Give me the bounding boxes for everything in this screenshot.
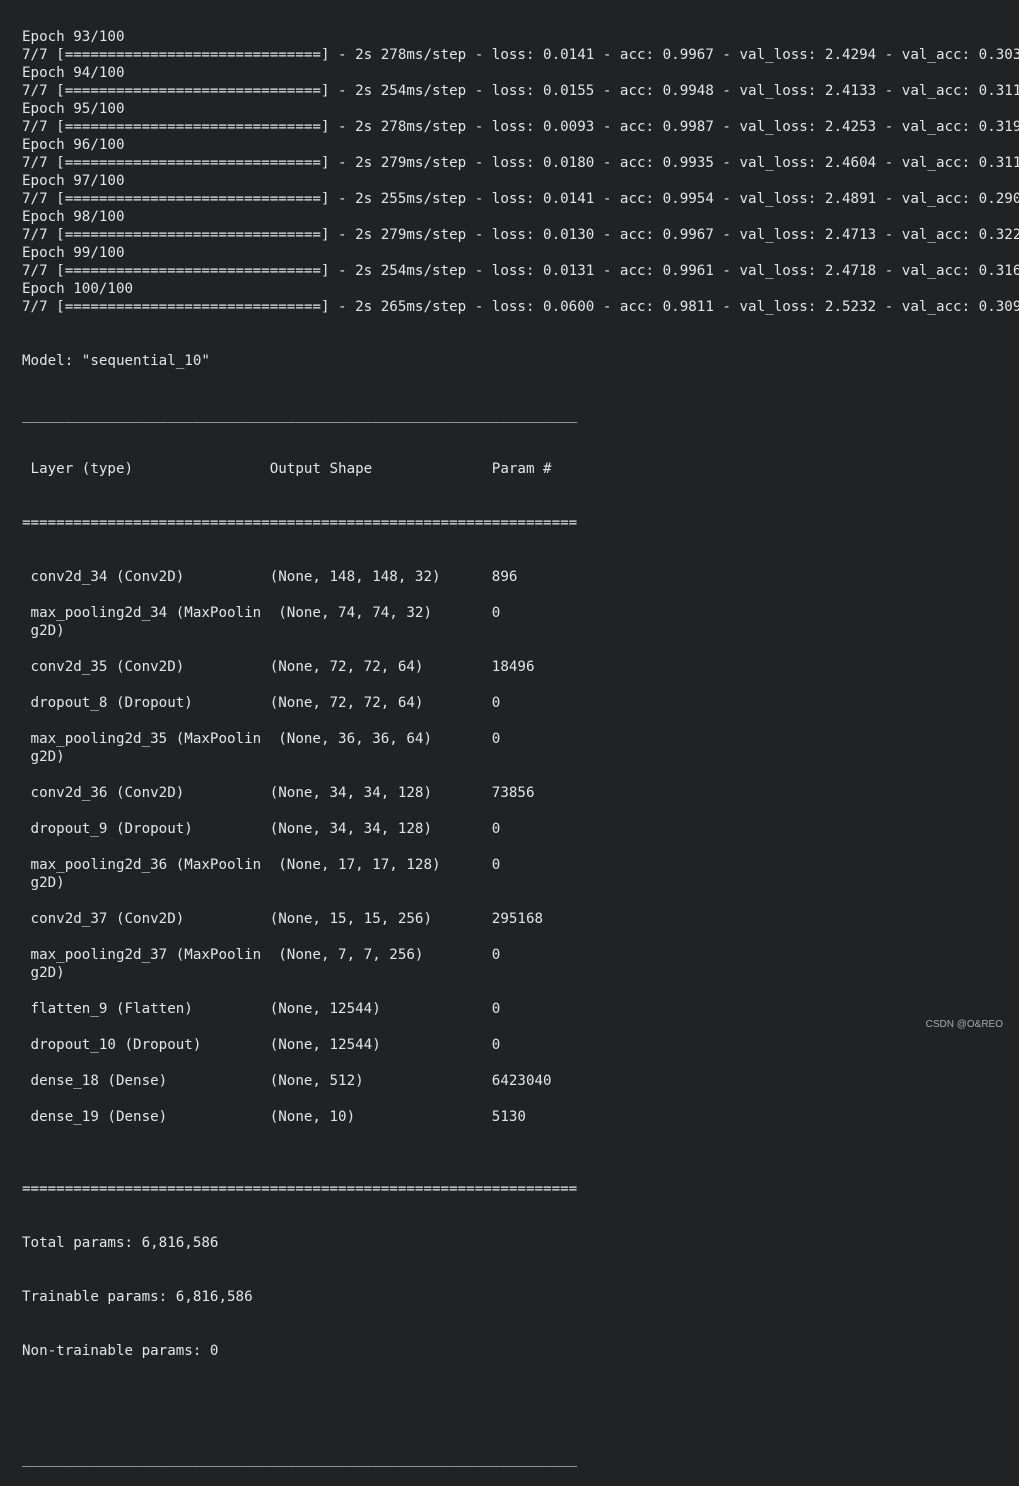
epoch-progress-line: 7/7 [==============================] - 2… (22, 119, 1019, 135)
layer-row: conv2d_35 (Conv2D) (None, 72, 72, 64) 18… (22, 658, 1019, 694)
summary-rule-double: ========================================… (22, 515, 578, 531)
layer-row-text: dropout_8 (Dropout) (None, 72, 72, 64) 0 (22, 695, 578, 711)
layer-row: flatten_9 (Flatten) (None, 12544) 0 (22, 1000, 1019, 1036)
layer-row-text: conv2d_37 (Conv2D) (None, 15, 15, 256) 2… (22, 911, 578, 927)
epoch-progress-line: 7/7 [==============================] - 2… (22, 299, 1019, 315)
non-trainable-params: Non-trainable params: 0 (22, 1343, 219, 1359)
epoch-progress-line: 7/7 [==============================] - 2… (22, 155, 1019, 171)
layer-row: max_pooling2d_34 (MaxPoolin (None, 74, 7… (22, 604, 1019, 658)
layer-row: conv2d_34 (Conv2D) (None, 148, 148, 32) … (22, 568, 1019, 604)
layer-row-wrap: g2D) (22, 623, 65, 639)
training-log: Epoch 93/100 7/7 [=======================… (22, 28, 1019, 316)
layer-row-wrap: g2D) (22, 875, 65, 891)
layer-row: dropout_8 (Dropout) (None, 72, 72, 64) 0 (22, 694, 1019, 730)
layer-row: dropout_9 (Dropout) (None, 34, 34, 128) … (22, 820, 1019, 856)
layer-row-text: max_pooling2d_34 (MaxPoolin (None, 74, 7… (22, 605, 578, 621)
summary-rule-bottom: ________________________________________… (22, 1451, 578, 1467)
layer-row-text: dense_19 (Dense) (None, 10) 5130 (22, 1109, 578, 1125)
layer-row-text: max_pooling2d_37 (MaxPoolin (None, 7, 7,… (22, 947, 578, 963)
layer-row: conv2d_37 (Conv2D) (None, 15, 15, 256) 2… (22, 910, 1019, 946)
layer-row: max_pooling2d_37 (MaxPoolin (None, 7, 7,… (22, 946, 1019, 1000)
epoch-header: Epoch 93/100 (22, 29, 125, 45)
layer-row-wrap: g2D) (22, 749, 65, 765)
layer-row-text: conv2d_35 (Conv2D) (None, 72, 72, 64) 18… (22, 659, 578, 675)
layer-row: max_pooling2d_35 (MaxPoolin (None, 36, 3… (22, 730, 1019, 784)
layer-row: max_pooling2d_36 (MaxPoolin (None, 17, 1… (22, 856, 1019, 910)
epoch-header: Epoch 94/100 (22, 65, 125, 81)
epoch-progress-line: 7/7 [==============================] - 2… (22, 263, 1019, 279)
layer-row-text: max_pooling2d_35 (MaxPoolin (None, 36, 3… (22, 731, 578, 747)
epoch-header: Epoch 98/100 (22, 209, 125, 225)
layer-row-text: flatten_9 (Flatten) (None, 12544) 0 (22, 1001, 578, 1017)
epoch-progress-line: 7/7 [==============================] - 2… (22, 83, 1019, 99)
layer-row: dense_19 (Dense) (None, 10) 5130 (22, 1108, 1019, 1144)
summary-header: Layer (type) Output Shape Param # (22, 461, 578, 477)
layer-row-text: conv2d_34 (Conv2D) (None, 148, 148, 32) … (22, 569, 578, 585)
summary-rule-top: ________________________________________… (22, 407, 578, 423)
epoch-header: Epoch 100/100 (22, 281, 134, 297)
epoch-progress-line: 7/7 [==============================] - 2… (22, 47, 1019, 63)
layer-table: conv2d_34 (Conv2D) (None, 148, 148, 32) … (22, 568, 1019, 1144)
epoch-header: Epoch 99/100 (22, 245, 125, 261)
epoch-progress-line: 7/7 [==============================] - 2… (22, 227, 1019, 243)
total-params: Total params: 6,816,586 (22, 1235, 219, 1251)
layer-row: dense_18 (Dense) (None, 512) 6423040 (22, 1072, 1019, 1108)
console-output: Epoch 93/100 7/7 [=======================… (22, 0, 1019, 1486)
epoch-header: Epoch 97/100 (22, 173, 125, 189)
epoch-header: Epoch 95/100 (22, 101, 125, 117)
layer-row: dropout_10 (Dropout) (None, 12544) 0 (22, 1036, 1019, 1072)
layer-row: conv2d_36 (Conv2D) (None, 34, 34, 128) 7… (22, 784, 1019, 820)
layer-row-text: dropout_9 (Dropout) (None, 34, 34, 128) … (22, 821, 578, 837)
summary-rule-double-bottom: ========================================… (22, 1181, 578, 1197)
epoch-header: Epoch 96/100 (22, 137, 125, 153)
layer-row-text: max_pooling2d_36 (MaxPoolin (None, 17, 1… (22, 857, 578, 873)
layer-row-text: dense_18 (Dense) (None, 512) 6423040 (22, 1073, 578, 1089)
epoch-progress-line: 7/7 [==============================] - 2… (22, 191, 1019, 207)
watermark: CSDN @O&REO (925, 1019, 1003, 1030)
layer-row-wrap: g2D) (22, 965, 65, 981)
trainable-params: Trainable params: 6,816,586 (22, 1289, 253, 1305)
layer-row-text: conv2d_36 (Conv2D) (None, 34, 34, 128) 7… (22, 785, 578, 801)
model-name-line: Model: "sequential_10" (22, 353, 210, 369)
